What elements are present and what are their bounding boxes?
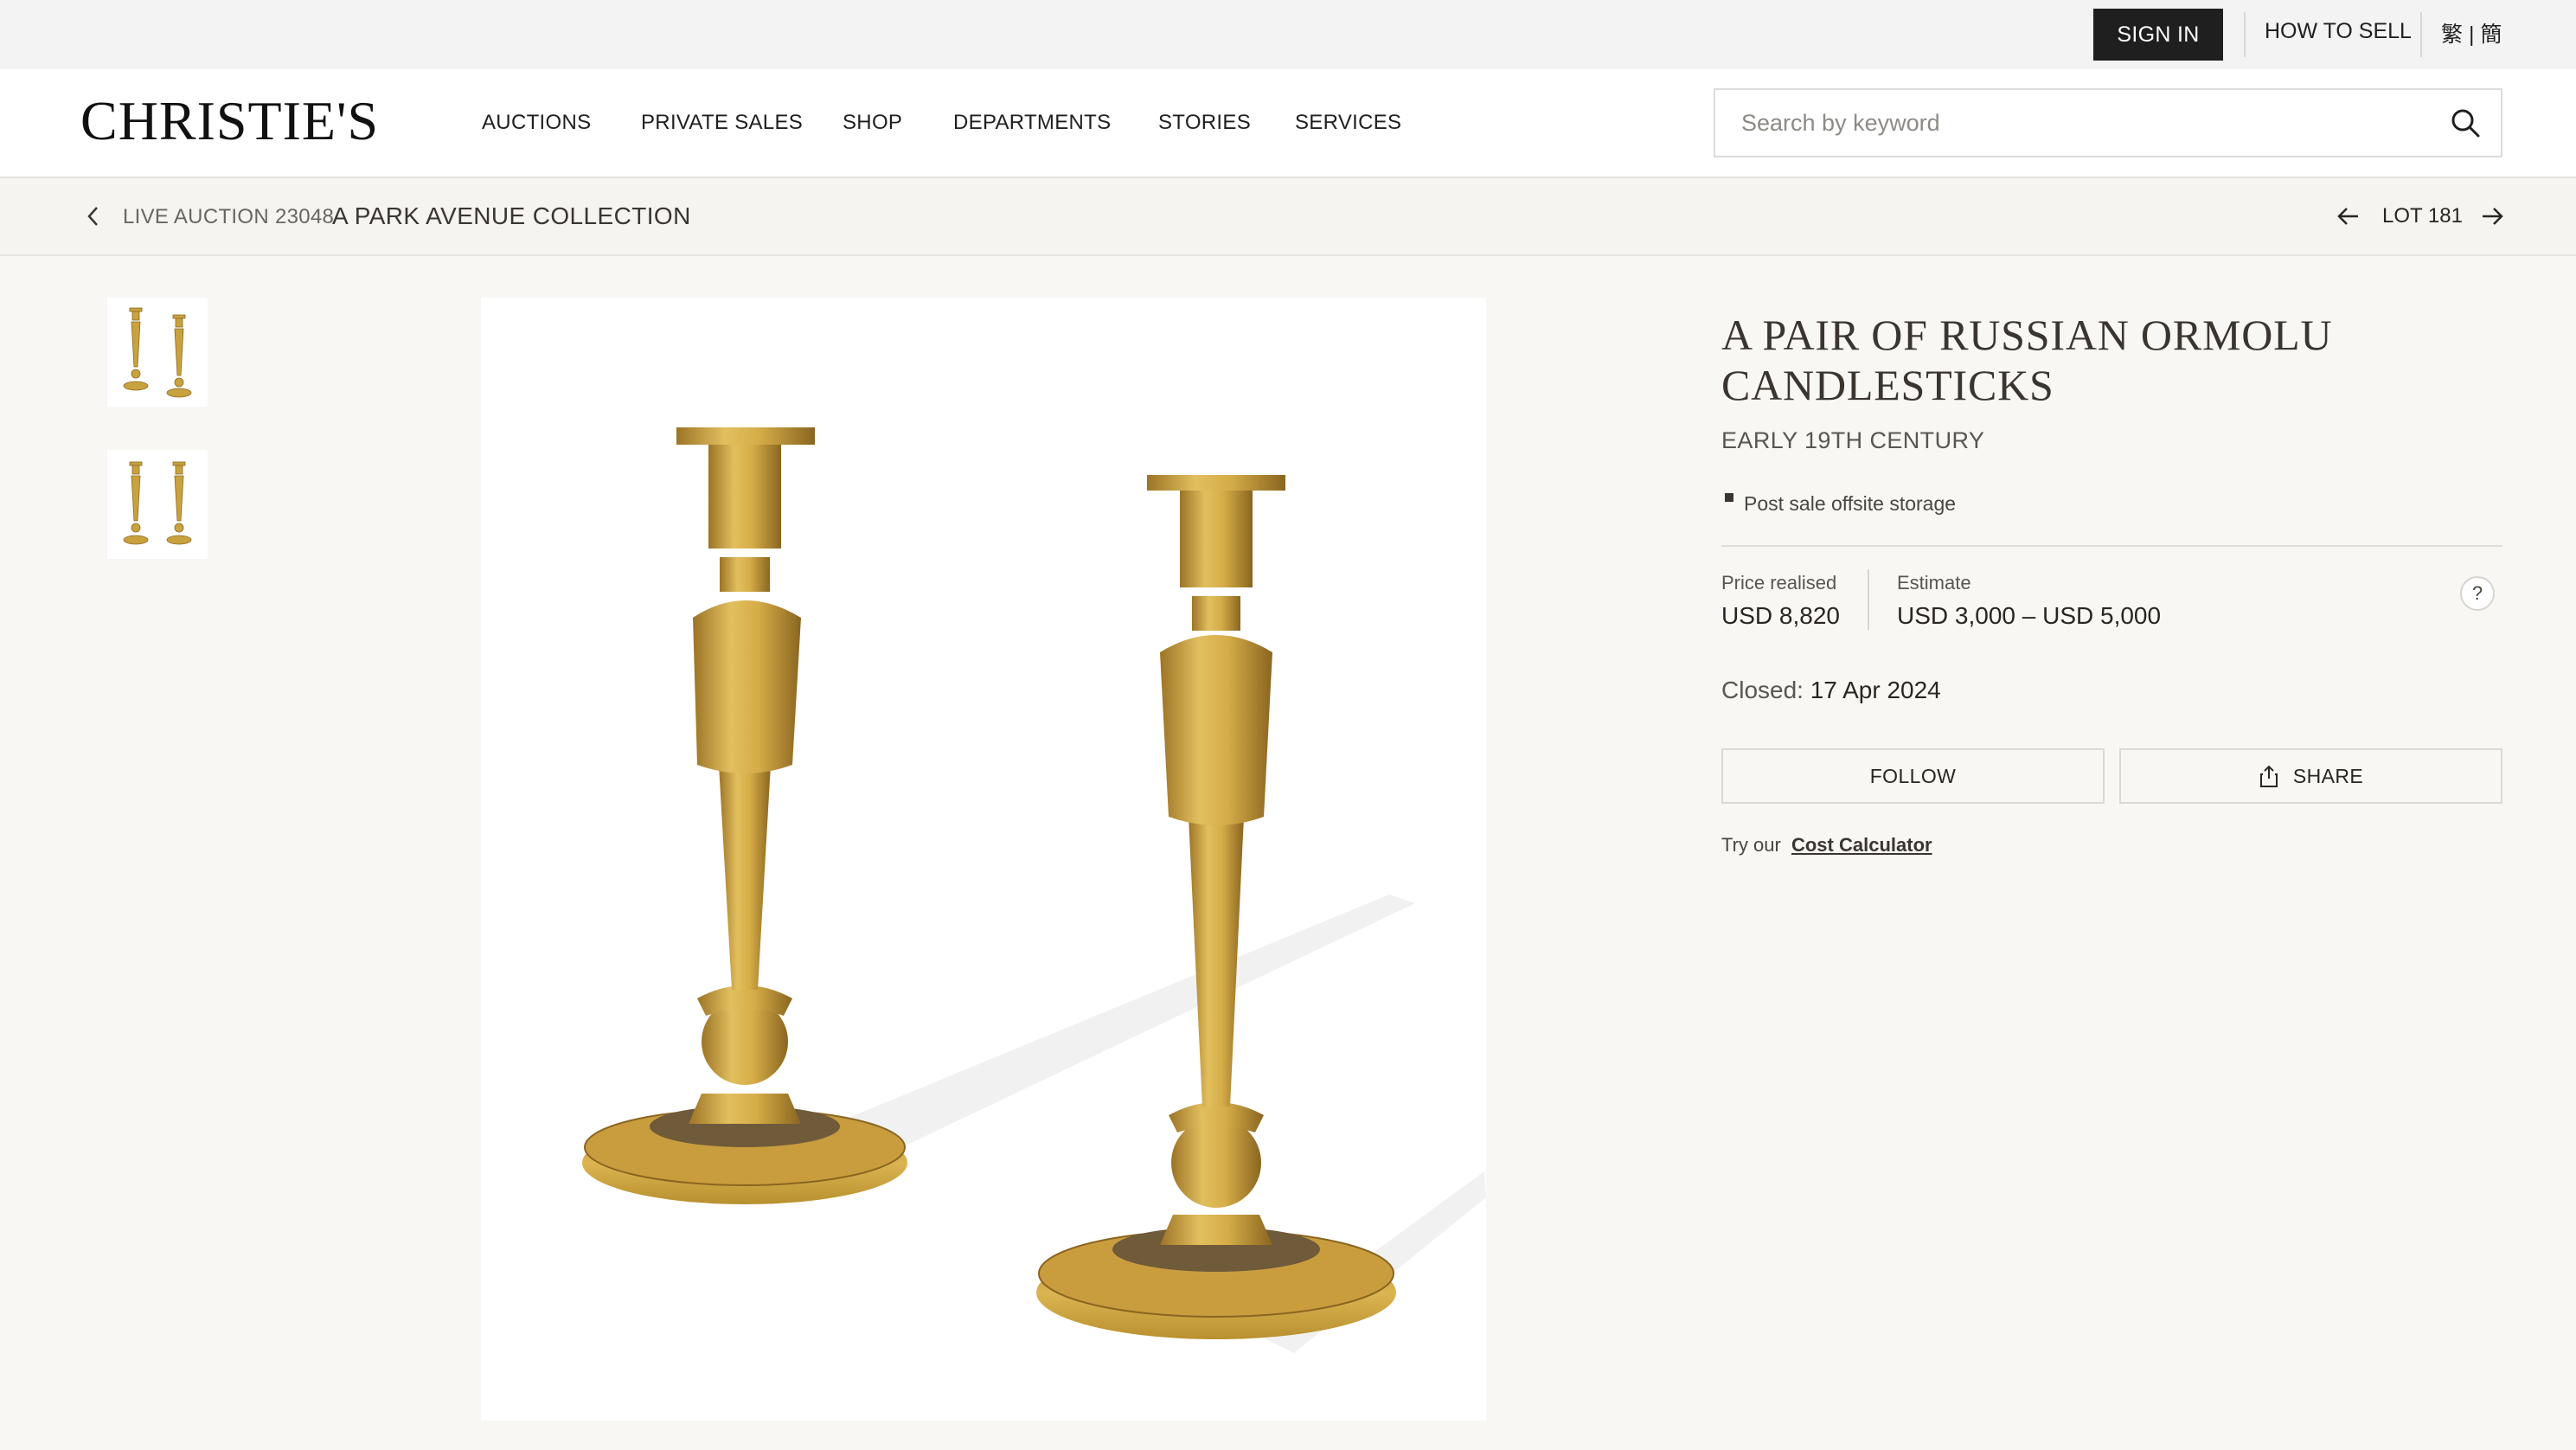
- christies-logo[interactable]: CHRISTIE'S: [80, 93, 379, 149]
- breadcrumb-sale-number[interactable]: LIVE AUCTION 23048: [123, 205, 334, 229]
- follow-label: FOLLOW: [1869, 764, 1957, 787]
- price-realised-value: USD 8,820: [1721, 602, 1840, 629]
- nav-auctions[interactable]: AUCTIONS: [482, 111, 591, 135]
- lot-title-line: A PAIR OF RUSSIAN ORMOLU: [1721, 311, 2333, 359]
- nav-departments[interactable]: DEPARTMENTS: [953, 111, 1111, 135]
- bullet-icon: [1725, 493, 1733, 502]
- cost-calculator-row: Try our Cost Calculator: [1721, 834, 1932, 857]
- storage-note: Post sale offsite storage: [1744, 492, 1957, 515]
- nav-private-sales[interactable]: PRIVATE SALES: [641, 111, 803, 135]
- search-box: [1714, 88, 2502, 157]
- arrow-right-icon[interactable]: [2479, 204, 2505, 228]
- sign-in-button[interactable]: SIGN IN: [2093, 9, 2223, 61]
- how-to-sell-link[interactable]: HOW TO SELL: [2265, 19, 2412, 44]
- thumbnail-image[interactable]: [107, 298, 208, 407]
- left-candlestick: [582, 427, 907, 1204]
- closed-date-row: Closed: 17 Apr 2024: [1721, 677, 1941, 704]
- cost-calculator-link[interactable]: Cost Calculator: [1791, 834, 1932, 856]
- share-icon: [2259, 765, 2278, 787]
- utility-divider: [2420, 12, 2422, 57]
- estimate-value: USD 3,000 – USD 5,000: [1897, 602, 2162, 629]
- calc-prefix: Try our: [1721, 834, 1781, 856]
- help-button[interactable]: ?: [2460, 576, 2495, 611]
- share-label: SHARE: [2292, 764, 2364, 787]
- nav-stories[interactable]: STORIES: [1158, 111, 1251, 135]
- nav-services[interactable]: SERVICES: [1295, 111, 1401, 135]
- price-realised-label: Price realised: [1721, 572, 1837, 593]
- price-divider: [1868, 569, 1869, 630]
- arrow-left-icon[interactable]: [2336, 204, 2361, 228]
- divider: [1721, 545, 2502, 547]
- closed-label: Closed:: [1721, 677, 1804, 703]
- search-icon[interactable]: [2450, 107, 2481, 138]
- lot-number: LOT 181: [2382, 204, 2463, 228]
- right-candlestick: [1036, 475, 1396, 1339]
- chevron-left-icon[interactable]: [83, 204, 104, 228]
- lot-title: A PAIR OF RUSSIAN ORMOLU CANDLESTICKS: [1721, 310, 2431, 410]
- follow-button[interactable]: FOLLOW: [1721, 748, 2105, 804]
- main-lot-image[interactable]: [481, 298, 1486, 1421]
- lot-title-line: CANDLESTICKS: [1721, 361, 2054, 409]
- estimate-label: Estimate: [1897, 572, 1971, 593]
- share-button[interactable]: SHARE: [2119, 748, 2502, 804]
- language-switcher[interactable]: 繁 | 簡: [2441, 17, 2502, 48]
- thumbnail-image[interactable]: [107, 450, 208, 559]
- breadcrumb-sale-name[interactable]: A PARK AVENUE COLLECTION: [332, 202, 691, 230]
- closed-date: 17 Apr 2024: [1810, 677, 1941, 703]
- utility-divider: [2244, 12, 2246, 57]
- nav-shop[interactable]: SHOP: [843, 111, 902, 135]
- search-input[interactable]: [1741, 106, 2416, 140]
- lot-subtitle: EARLY 19TH CENTURY: [1721, 427, 1985, 453]
